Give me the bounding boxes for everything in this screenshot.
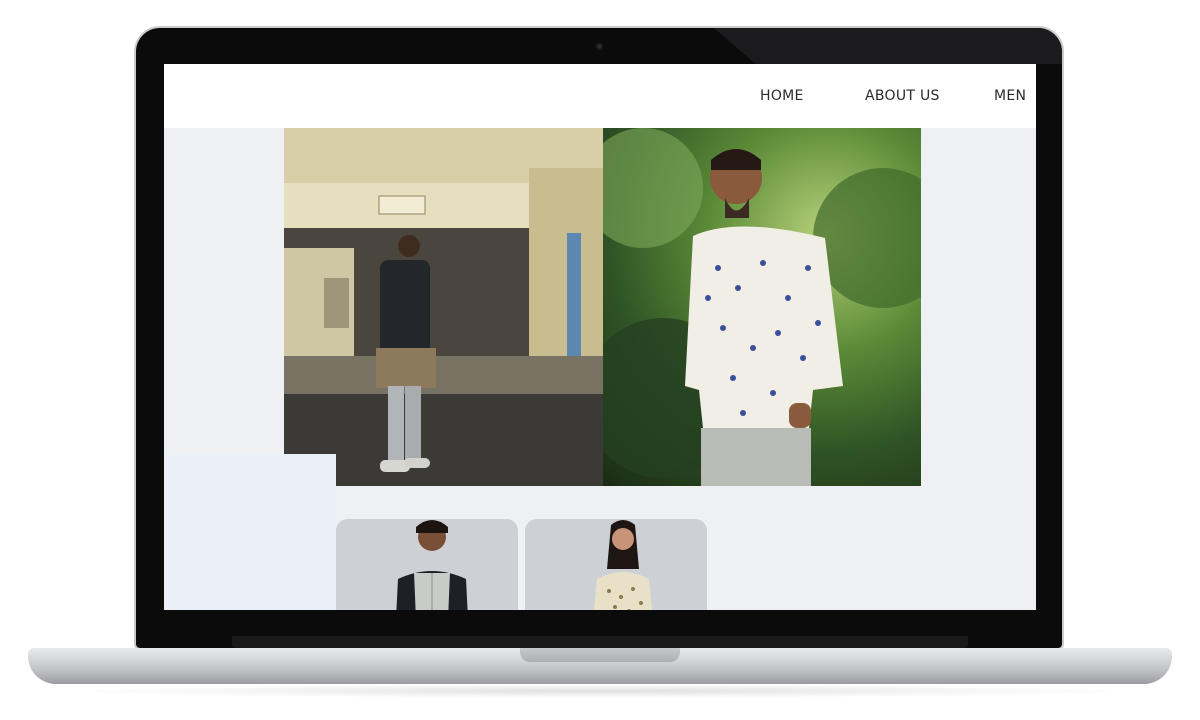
nav-men-link[interactable]: MEN — [994, 88, 1026, 104]
lid-reflection — [714, 28, 1062, 64]
product-image-women — [525, 519, 707, 610]
hero-image-building — [284, 128, 603, 486]
product-image-men — [336, 519, 518, 610]
laptop-hinge — [232, 636, 968, 648]
website-screen: HOME ABOUT US MEN — [164, 64, 1036, 610]
hero-banner — [284, 128, 921, 486]
laptop-shadow — [60, 684, 1140, 698]
product-card-men[interactable] — [336, 519, 518, 610]
hero-image-greenery — [603, 128, 921, 486]
webcam-icon — [595, 42, 604, 51]
site-header: HOME ABOUT US MEN — [164, 64, 1036, 128]
laptop-notch — [520, 648, 680, 662]
nav-about-link[interactable]: ABOUT US — [865, 88, 940, 104]
nav-home-link[interactable]: HOME — [760, 88, 804, 104]
greenery-photo — [603, 128, 921, 486]
product-card-women[interactable] — [525, 519, 707, 610]
building-photo — [284, 128, 603, 486]
side-panel — [164, 454, 336, 610]
